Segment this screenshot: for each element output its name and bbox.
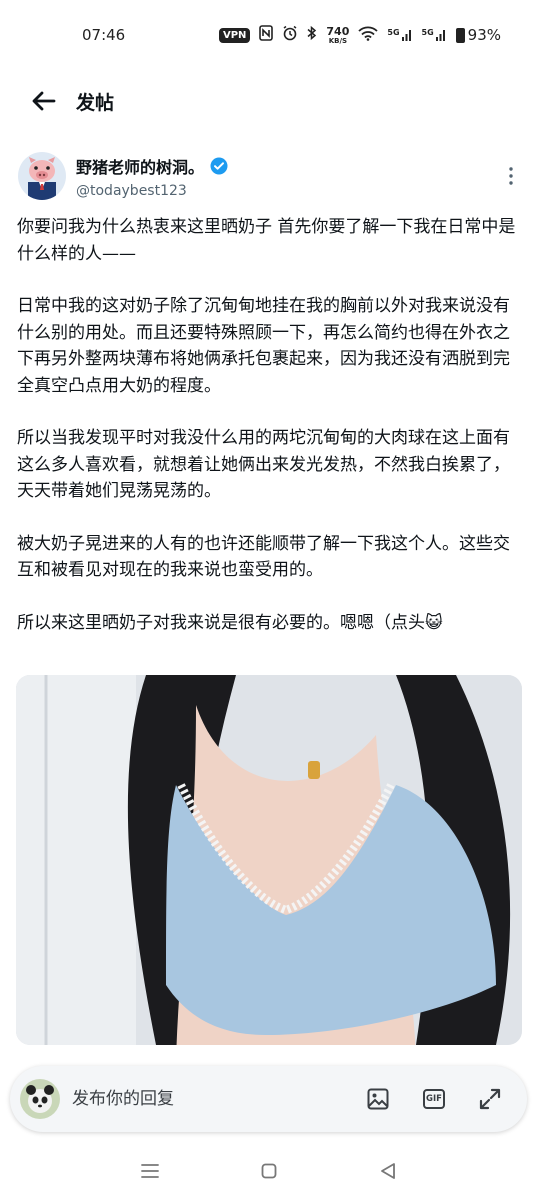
post-body: 你要问我为什么热衷来这里晒奶子 首先你要了解一下我在日常中是什么样的人—— 日常… xyxy=(17,214,522,636)
author-name-row: 野猪老师的树洞。 xyxy=(76,154,499,178)
author-handle: @todaybest123 xyxy=(76,182,187,199)
nfc-icon xyxy=(259,25,274,45)
more-options-button[interactable] xyxy=(499,156,523,196)
add-image-button[interactable] xyxy=(355,1076,401,1122)
back-button[interactable] xyxy=(24,81,64,121)
post-author: 野猪老师的树洞。 @todaybest123 xyxy=(18,150,523,202)
status-bar: 07:46 VPN 740 KB/S 5G 5G 93% xyxy=(0,0,537,70)
gif-icon: GIF xyxy=(423,1089,445,1109)
post-paragraph: 日常中我的这对奶子除了沉甸甸地挂在我的胸前以外对我来说没有什么别的用处。而且还要… xyxy=(17,296,510,396)
menu-icon xyxy=(140,1164,159,1178)
more-vertical-icon xyxy=(509,167,513,185)
author-text: 野猪老师的树洞。 @todaybest123 xyxy=(76,154,499,199)
expand-composer-button[interactable] xyxy=(467,1076,513,1122)
page-title: 发帖 xyxy=(76,91,115,114)
net-speed-value: 740 xyxy=(326,24,350,38)
arrow-left-icon xyxy=(32,91,56,111)
verified-badge-icon xyxy=(210,157,228,174)
reply-composer: GIF xyxy=(10,1066,527,1132)
cell-signal-2: 5G xyxy=(422,28,447,42)
post-paragraph: 你要问我为什么热衷来这里晒奶子 首先你要了解一下我在日常中是什么样的人—— xyxy=(17,217,516,264)
add-gif-button[interactable]: GIF xyxy=(411,1076,457,1122)
author-avatar[interactable] xyxy=(18,152,66,200)
net-speed: 740 KB/S xyxy=(326,26,349,45)
system-navigation-bar xyxy=(0,1142,537,1200)
image-icon xyxy=(367,1088,389,1110)
reply-input[interactable] xyxy=(72,1089,345,1109)
post-paragraph: 被大奶子晃进来的人有的也许还能顺带了解一下我这个人。这些交互和被看见对现在的我来… xyxy=(17,533,510,581)
status-time: 07:46 xyxy=(82,26,126,44)
battery: 93% xyxy=(455,26,501,44)
battery-icon xyxy=(455,27,465,43)
post-image[interactable] xyxy=(16,675,522,1045)
triangle-back-icon xyxy=(380,1163,395,1179)
status-icons: VPN 740 KB/S 5G 5G 93% xyxy=(218,25,501,45)
battery-level: 93% xyxy=(467,26,501,44)
recent-apps-button[interactable] xyxy=(126,1147,174,1195)
home-button[interactable] xyxy=(245,1147,293,1195)
author-name[interactable]: 野猪老师的树洞。 xyxy=(76,154,204,178)
signal-1-label: 5G xyxy=(387,28,400,37)
post-paragraph: 所以来这里晒奶子对我来说是很有必要的。嗯嗯（点头😺 xyxy=(17,612,443,633)
user-avatar[interactable] xyxy=(20,1079,60,1119)
net-speed-unit: KB/S xyxy=(328,36,348,45)
expand-icon xyxy=(479,1088,501,1110)
vpn-icon: VPN xyxy=(218,27,251,43)
wifi-icon xyxy=(358,26,378,45)
alarm-icon xyxy=(282,25,298,45)
square-icon xyxy=(261,1163,276,1179)
signal-2-label: 5G xyxy=(421,28,434,37)
bluetooth-icon xyxy=(307,25,317,45)
top-app-bar: 发帖 xyxy=(0,70,537,132)
cell-signal-1: 5G xyxy=(387,28,412,42)
back-nav-button[interactable] xyxy=(364,1147,412,1195)
post-paragraph: 所以当我发现平时对我没什么用的两坨沉甸甸的大肉球在这上面有这么多人喜欢看，就想着… xyxy=(17,428,510,501)
